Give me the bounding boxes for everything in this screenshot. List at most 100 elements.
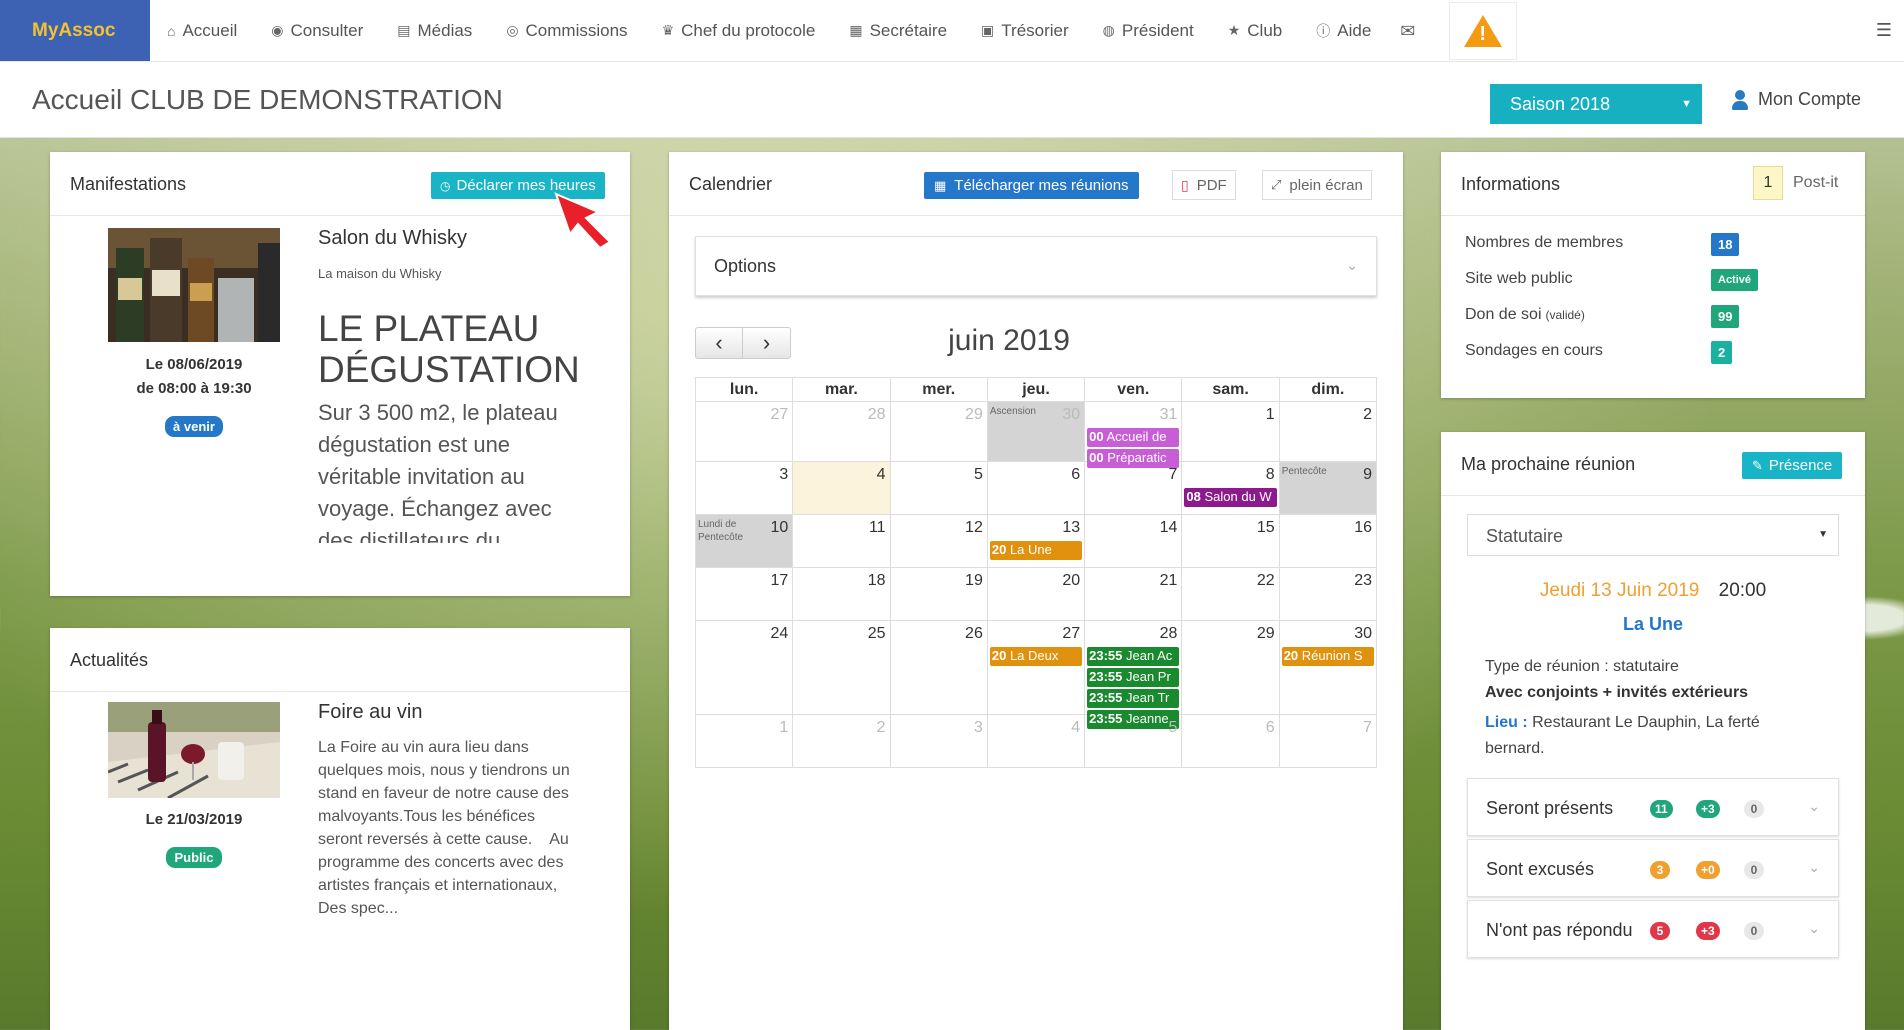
calendar-day[interactable]: 4 bbox=[986, 714, 1086, 768]
nav-aide[interactable]: ⓘ Aide bbox=[1299, 0, 1388, 62]
calendar-day[interactable]: 29 bbox=[1181, 620, 1280, 715]
nav-commissions[interactable]: ◎ Commissions bbox=[489, 0, 644, 62]
calendar-day[interactable]: 2 bbox=[792, 714, 891, 768]
calendar-day[interactable]: 14 bbox=[1084, 514, 1183, 568]
calendar-day[interactable]: 28 23:55 Jean Ac 23:55 Jean Pr 23:55 Jean T… bbox=[1084, 620, 1183, 729]
main-nav: ⌂ Accueil ◉ Consulter ▤ Médias ◎ Commissions ♛ Ch… bbox=[150, 0, 1388, 61]
info-badge[interactable]: Activé bbox=[1711, 269, 1759, 291]
calendar-day[interactable]: Pentecôte 9 bbox=[1278, 461, 1378, 515]
news-title[interactable]: Foire au vin bbox=[318, 701, 423, 724]
calendar-day[interactable]: 27 bbox=[694, 401, 794, 462]
attendance-row[interactable]: N'ont pas répondu 5 +3 0 ⌄ bbox=[1467, 900, 1839, 958]
calendar-event[interactable]: 20 La Deux bbox=[989, 647, 1083, 666]
season-select[interactable]: Saison 2018 ▼ bbox=[1490, 84, 1702, 124]
event-title[interactable]: Salon du Whisky bbox=[318, 227, 467, 250]
calendar-day[interactable]: 27 20 La Deux bbox=[986, 620, 1086, 715]
calendar-day[interactable]: 5 bbox=[1084, 714, 1183, 768]
calendar-day[interactable]: Ascension 30 bbox=[986, 401, 1086, 462]
nav-accueil[interactable]: ⌂ Accueil bbox=[150, 0, 254, 62]
nav-club[interactable]: ★ Club bbox=[1211, 0, 1300, 62]
calendar-day[interactable]: 5 bbox=[889, 461, 988, 515]
calendar-day[interactable]: 7 bbox=[1084, 461, 1183, 515]
calendar-day[interactable]: 29 bbox=[889, 401, 988, 462]
calendar-day[interactable]: 12 bbox=[889, 514, 988, 568]
calendar-day[interactable]: 1 bbox=[694, 714, 794, 768]
nav-chef-du-protocole[interactable]: ♛ Chef du protocole bbox=[645, 0, 833, 62]
menu-toggle[interactable]: ☰ bbox=[1864, 0, 1904, 61]
calendar-event[interactable]: 23:55 Jean Pr bbox=[1087, 668, 1180, 687]
calendar-day[interactable]: 8 08 Salon du W bbox=[1181, 461, 1280, 515]
user-icon bbox=[1732, 89, 1748, 110]
calendar-event[interactable]: 08 Salon du W bbox=[1184, 488, 1277, 507]
nav-m-dias[interactable]: ▤ Médias bbox=[380, 0, 489, 62]
fullscreen-button[interactable]: ⤢ plein écran bbox=[1262, 170, 1372, 200]
page-title: Accueil CLUB DE DEMONSTRATION bbox=[32, 84, 503, 115]
calendar-day[interactable]: 21 bbox=[1084, 567, 1183, 621]
account-menu[interactable]: Mon Compte bbox=[1732, 89, 1861, 110]
day-number: 30 bbox=[1354, 625, 1372, 642]
alert-button[interactable]: ! bbox=[1449, 2, 1518, 60]
file-icon: ▤ bbox=[397, 22, 411, 38]
calendar-day[interactable]: 16 bbox=[1278, 514, 1378, 568]
calendar-day[interactable]: 4 bbox=[792, 461, 891, 515]
presence-button[interactable]: ✎ Présence bbox=[1742, 452, 1843, 479]
calendar-day[interactable]: 28 bbox=[792, 401, 891, 462]
calendar-day[interactable]: 7 bbox=[1278, 714, 1378, 768]
attendance-row[interactable]: Seront présents 11 +3 0 ⌄ bbox=[1467, 778, 1839, 836]
calendar-day[interactable]: 22 bbox=[1181, 567, 1280, 621]
mail-button[interactable]: ✉ bbox=[1388, 0, 1427, 62]
calendar-day[interactable]: 25 bbox=[792, 620, 891, 715]
info-badge[interactable]: 99 bbox=[1711, 305, 1740, 328]
calendar-day[interactable]: 17 bbox=[694, 567, 794, 621]
nav-pr-sident[interactable]: ◍ Président bbox=[1086, 0, 1211, 62]
calendar-day[interactable]: 24 bbox=[694, 620, 794, 715]
calendar-event[interactable]: 23:55 Jean Ac bbox=[1087, 647, 1180, 666]
calendar-day[interactable]: 1 bbox=[1181, 401, 1280, 462]
prev-month-button[interactable]: ‹ bbox=[695, 327, 743, 359]
calendar-day[interactable]: 31 00 Accueil de 00 Préparatic bbox=[1084, 401, 1183, 468]
calendar-day[interactable]: 18 bbox=[792, 567, 891, 621]
meeting-type-select[interactable]: Statutaire ▼ bbox=[1467, 514, 1839, 556]
meeting-name[interactable]: La Une bbox=[1441, 614, 1865, 635]
calendar-day[interactable]: 11 bbox=[792, 514, 891, 568]
calendar-event[interactable]: 20 Réunion S bbox=[1281, 647, 1374, 666]
nav-label: Commissions bbox=[525, 20, 628, 40]
calendar-day[interactable]: 15 bbox=[1181, 514, 1280, 568]
info-badge[interactable]: 18 bbox=[1711, 233, 1740, 256]
calendar-day[interactable]: 20 bbox=[986, 567, 1086, 621]
calendar-day[interactable]: 26 bbox=[889, 620, 988, 715]
event-time: 20 bbox=[1283, 648, 1299, 663]
calendar-day[interactable]: 19 bbox=[889, 567, 988, 621]
nav-tr-sorier[interactable]: ▣ Trésorier bbox=[964, 0, 1086, 62]
day-number: 28 bbox=[867, 406, 886, 423]
day-number: 22 bbox=[1256, 572, 1275, 589]
info-badge[interactable]: 2 bbox=[1711, 341, 1733, 364]
calendar-day[interactable]: 2 bbox=[1278, 401, 1378, 462]
brand-logo[interactable]: MyAssoc bbox=[0, 0, 150, 61]
calendar-day[interactable]: 30 20 Réunion S bbox=[1278, 620, 1378, 715]
download-meetings-button[interactable]: ▦ Télécharger mes réunions bbox=[924, 172, 1139, 199]
calendar-event[interactable]: 00 Accueil de bbox=[1087, 428, 1180, 447]
attendance-row[interactable]: Sont excusés 3 +0 0 ⌄ bbox=[1467, 839, 1839, 897]
options-accordion[interactable]: Options ⌄ bbox=[695, 236, 1377, 296]
nav-consulter[interactable]: ◉ Consulter bbox=[254, 0, 380, 62]
day-number: 7 bbox=[1168, 466, 1178, 483]
calendar-event[interactable]: 23:55 Jean Tr bbox=[1087, 689, 1180, 708]
calendar-day[interactable]: Lundi de Pentecôte 10 bbox=[694, 514, 794, 568]
pdf-button[interactable]: ▯ PDF bbox=[1172, 170, 1236, 200]
event-time: 23:55 bbox=[1089, 648, 1123, 663]
calendar-day[interactable]: 6 bbox=[1181, 714, 1280, 768]
calendar-day[interactable]: 6 bbox=[986, 461, 1086, 515]
nav-secr-taire[interactable]: ▦ Secrétaire bbox=[832, 0, 964, 62]
calendar-day[interactable]: 23 bbox=[1278, 567, 1378, 621]
day-number: 10 bbox=[770, 519, 789, 536]
calendar-event[interactable]: 20 La Une bbox=[989, 541, 1083, 560]
calendar-day[interactable]: 3 bbox=[889, 714, 988, 768]
calendar-week: Lundi de Pentecôte 10 11 12 13 20 La Une 14 15 1… bbox=[694, 514, 1378, 568]
postit-button[interactable]: 1 Post-it bbox=[1753, 166, 1838, 200]
next-month-button[interactable]: › bbox=[743, 327, 791, 359]
calendar-day[interactable]: 3 bbox=[694, 461, 794, 515]
day-number: 7 bbox=[1363, 719, 1372, 736]
calendar-day[interactable]: 13 20 La Une bbox=[986, 514, 1086, 568]
book-icon: ▦ bbox=[849, 22, 863, 38]
